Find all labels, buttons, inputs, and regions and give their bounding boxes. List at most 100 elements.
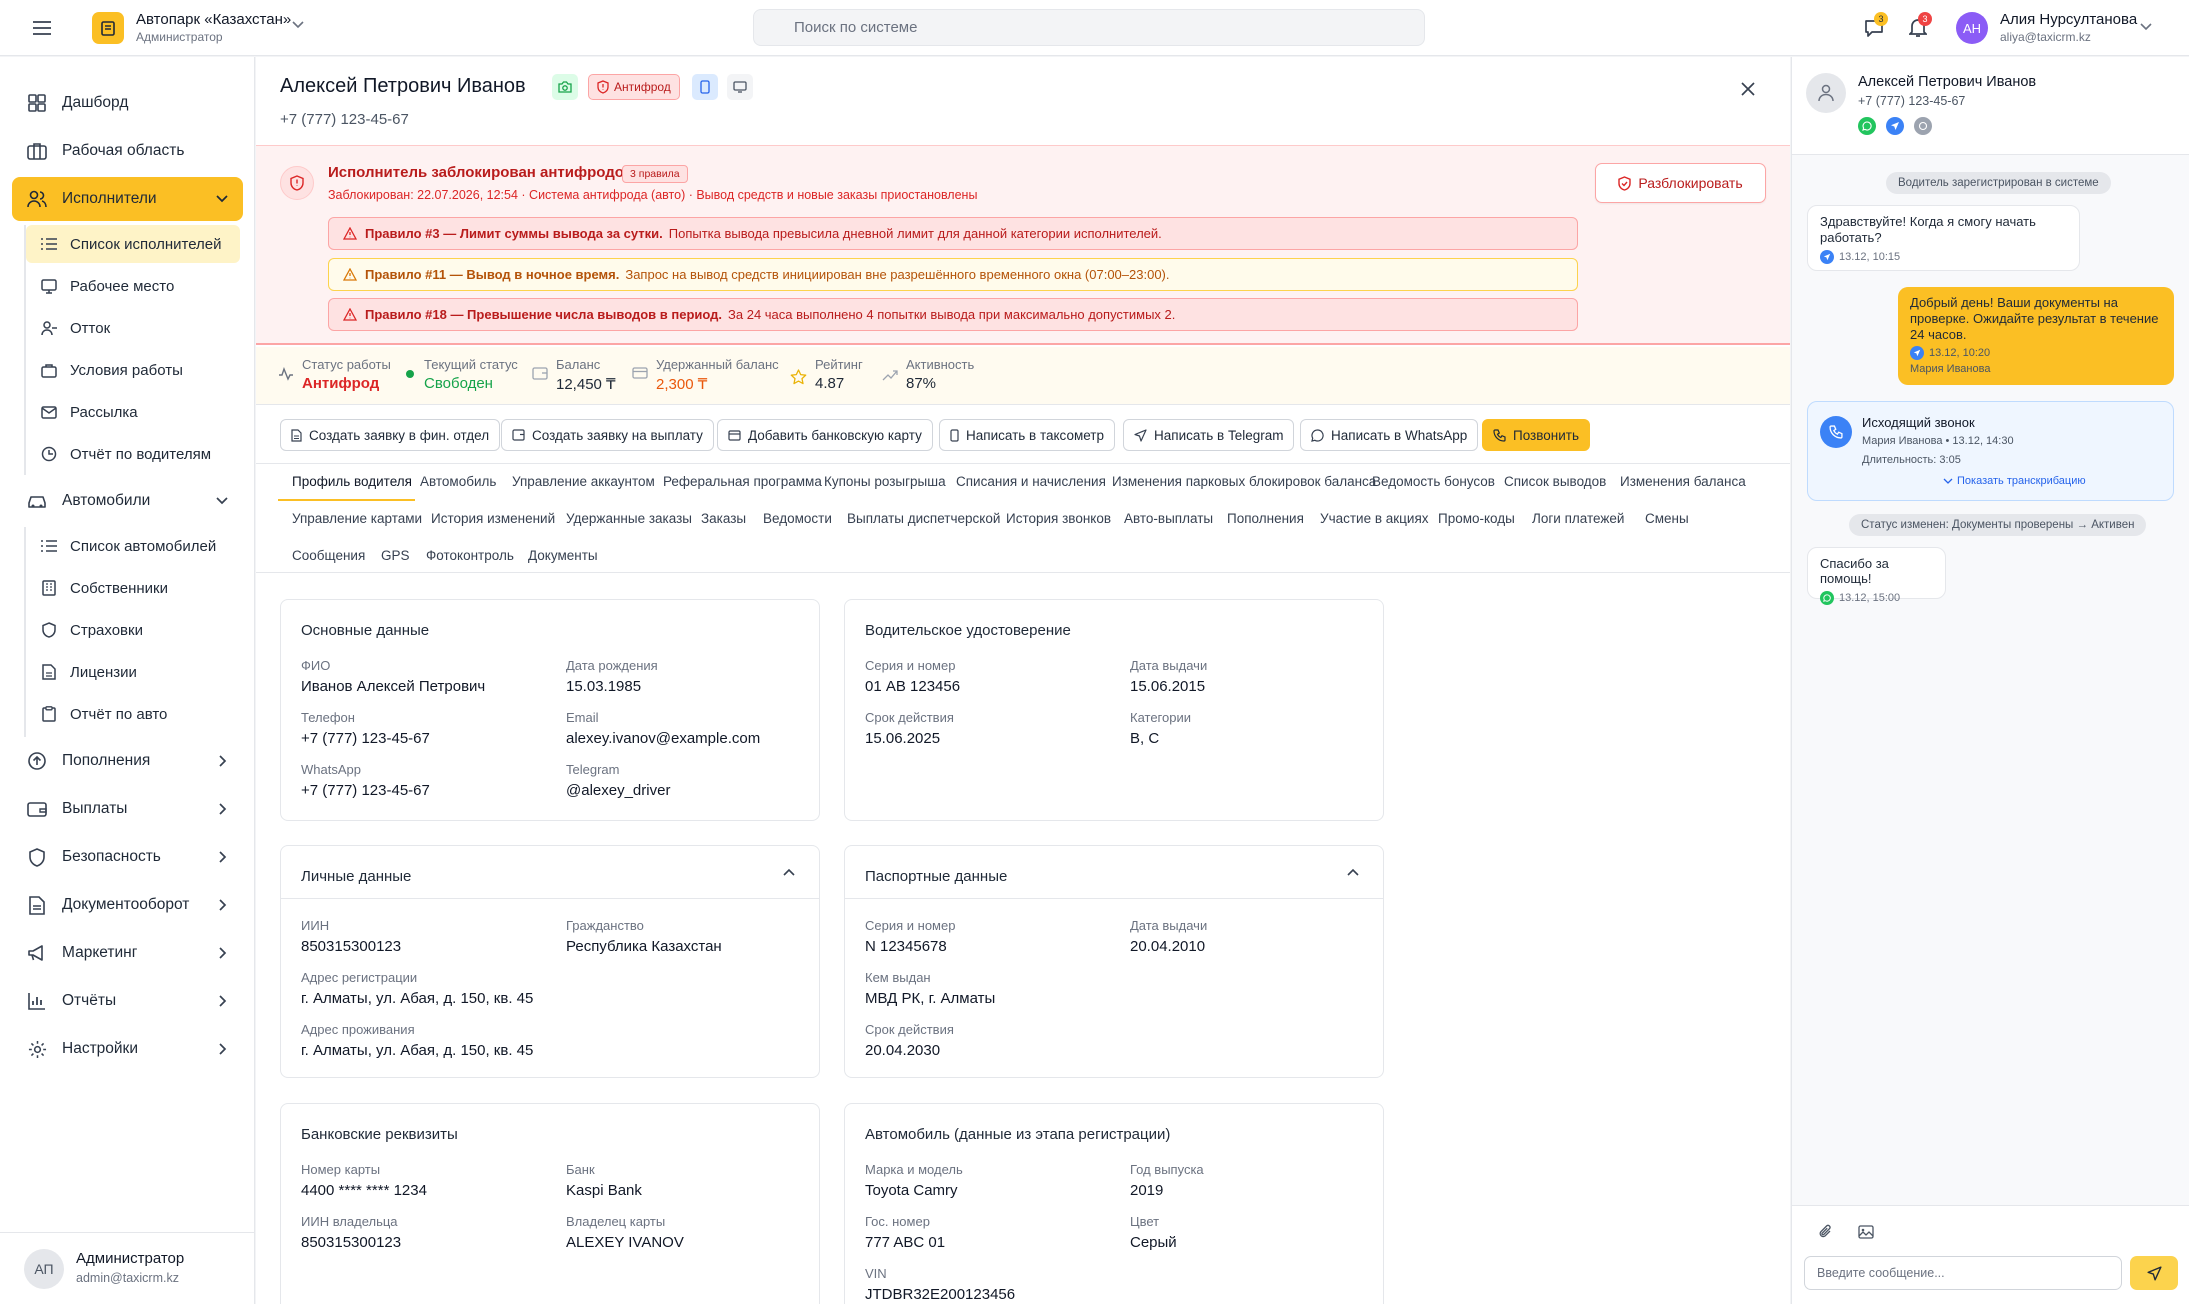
sidebar-item-settings[interactable]: Настройки: [12, 1027, 243, 1071]
camera-icon[interactable]: [552, 74, 578, 100]
chat-icon[interactable]: [1914, 117, 1932, 135]
company-role: Администратор: [136, 30, 223, 44]
company-switcher[interactable]: Автопарк «Казахстан» Администратор: [136, 11, 316, 47]
tab-cards[interactable]: Управление картами: [292, 511, 422, 526]
search-input[interactable]: Поиск по системе: [753, 9, 1425, 46]
close-icon[interactable]: [1736, 77, 1760, 101]
sidebar-subitem-licenses[interactable]: Лицензии: [26, 653, 240, 691]
whatsapp-icon[interactable]: [1858, 117, 1876, 135]
file-text-icon: [26, 894, 48, 916]
tab-topups[interactable]: Пополнения: [1227, 511, 1304, 526]
sidebar-item-topups[interactable]: Пополнения: [12, 739, 243, 783]
tab-dispatch-payouts[interactable]: Выплаты диспетчерской: [847, 511, 1000, 526]
image-icon[interactable]: [1856, 1222, 1876, 1242]
sidebar-item-label: Дашборд: [62, 94, 129, 111]
tab-driver-profile[interactable]: Профиль водителя: [292, 474, 412, 489]
message-input[interactable]: Введите сообщение...: [1804, 1256, 2122, 1290]
field-label: ИИН владельца: [301, 1214, 398, 1229]
tab-held-orders[interactable]: Удержанные заказы: [566, 511, 692, 526]
phone-device-icon[interactable]: [692, 74, 718, 100]
tab-account[interactable]: Управление аккаунтом: [512, 474, 655, 489]
sidebar-subitem-churn[interactable]: Отток: [26, 309, 240, 347]
sidebar-item-workspace[interactable]: Рабочая область: [12, 129, 243, 173]
create-payout-request-button[interactable]: Создать заявку на выплату: [501, 419, 714, 451]
tab-messages[interactable]: Сообщения: [292, 548, 365, 563]
personal-data-card: Личные данные ИИН 850315300123 Гражданст…: [280, 845, 820, 1078]
incoming-message: Спасибо за помощь! 13.12, 15:00: [1807, 547, 1946, 605]
sidebar-item-security[interactable]: Безопасность: [12, 835, 243, 879]
show-transcript-link[interactable]: Показать транскрибацию: [1943, 475, 2086, 487]
bank-details-card: Банковские реквизиты Номер карты 4400 **…: [280, 1103, 820, 1304]
tab-statements[interactable]: Ведомости: [763, 511, 832, 526]
message-meta: 13.12, 10:15: [1820, 250, 2067, 264]
tab-balance-changes[interactable]: Изменения баланса: [1620, 474, 1746, 489]
user-menu[interactable]: Алия Нурсултанова aliya@taxicrm.kz: [2000, 11, 2170, 47]
sidebar-item-cars[interactable]: Автомобили: [12, 479, 243, 523]
sidebar-item-payouts[interactable]: Выплаты: [12, 787, 243, 831]
sidebar-subitem-mailing[interactable]: Рассылка: [26, 393, 240, 431]
tab-auto-payouts[interactable]: Авто-выплаты: [1124, 511, 1213, 526]
bell-icon[interactable]: 3: [1906, 12, 1932, 40]
tab-referral[interactable]: Реферальная программа: [663, 474, 822, 489]
sidebar-subitem-conditions[interactable]: Условия работы: [26, 351, 240, 389]
create-finance-request-button[interactable]: Создать заявку в фин. отдел: [280, 419, 501, 451]
status-dot: [406, 370, 414, 378]
messages-icon[interactable]: 3: [1862, 12, 1888, 40]
shield-icon: [26, 846, 48, 868]
tab-documents[interactable]: Документы: [528, 548, 598, 563]
sidebar-subitem-driver-report[interactable]: Отчёт по водителям: [26, 435, 240, 473]
arrow-up-circle-icon: [26, 750, 48, 772]
sidebar-subitem-label: Страховки: [70, 621, 143, 639]
sidebar-subitem-cars-list[interactable]: Список автомобилей: [26, 527, 240, 565]
tab-shifts[interactable]: Смены: [1645, 511, 1689, 526]
tab-gps[interactable]: GPS: [381, 548, 410, 563]
send-button[interactable]: [2130, 1256, 2178, 1290]
passport-card-header[interactable]: Паспортные данные: [845, 846, 1383, 899]
tab-history[interactable]: История изменений: [431, 511, 555, 526]
chevron-up-icon: [783, 868, 795, 876]
sidebar-footer[interactable]: АП Администратор admin@taxicrm.kz: [0, 1232, 254, 1304]
sidebar-subitem-insurance[interactable]: Страховки: [26, 611, 240, 649]
wallet-icon: [26, 798, 48, 820]
message-text: Здравствуйте! Когда я смогу начать работ…: [1820, 214, 2036, 245]
sidebar-item-documents[interactable]: Документооборот: [12, 883, 243, 927]
add-bank-card-button[interactable]: Добавить банковскую карту: [717, 419, 933, 451]
call-button[interactable]: Позвонить: [1482, 419, 1590, 451]
menu-icon[interactable]: [30, 16, 54, 40]
tab-promotions[interactable]: Участие в акциях: [1320, 511, 1429, 526]
user-avatar[interactable]: АН: [1956, 12, 1988, 44]
link-label: Показать транскрибацию: [1957, 475, 2086, 487]
write-taximeter-button[interactable]: Написать в таксометр: [939, 419, 1115, 451]
tab-bonuses[interactable]: Ведомость бонусов: [1372, 474, 1495, 489]
star-icon: [790, 369, 807, 385]
tab-car[interactable]: Автомобиль: [420, 474, 496, 489]
paperclip-icon[interactable]: [1816, 1222, 1836, 1242]
telegram-icon[interactable]: [1886, 117, 1904, 135]
sidebar-item-marketing[interactable]: Маркетинг: [12, 931, 243, 975]
sidebar-item-performers[interactable]: Исполнители: [12, 177, 243, 221]
sidebar-item-reports[interactable]: Отчёты: [12, 979, 243, 1023]
tab-orders[interactable]: Заказы: [701, 511, 746, 526]
sidebar-subitem-car-report[interactable]: Отчёт по авто: [26, 695, 240, 733]
tab-promo-codes[interactable]: Промо-коды: [1438, 511, 1515, 526]
write-telegram-button[interactable]: Написать в Telegram: [1123, 419, 1295, 451]
stat-label: Рейтинг: [815, 357, 863, 372]
unblock-button[interactable]: Разблокировать: [1595, 163, 1766, 203]
tab-payment-logs[interactable]: Логи платежей: [1532, 511, 1624, 526]
tab-withdrawals[interactable]: Список выводов: [1504, 474, 1606, 489]
car-icon: [26, 490, 48, 512]
taximeter-icon[interactable]: [727, 74, 753, 100]
personal-card-header[interactable]: Личные данные: [281, 846, 819, 899]
tab-coupons[interactable]: Купоны розыгрыша: [824, 474, 946, 489]
sidebar-subitem-owners[interactable]: Собственники: [26, 569, 240, 607]
tab-call-history[interactable]: История звонков: [1006, 511, 1111, 526]
sidebar-subitem-performers-list[interactable]: Список исполнителей: [26, 225, 240, 263]
tab-park-blocks[interactable]: Изменения парковых блокировок баланса: [1112, 474, 1376, 489]
whatsapp-icon: [1820, 591, 1834, 605]
write-whatsapp-button[interactable]: Написать в WhatsApp: [1300, 419, 1479, 451]
tab-charges[interactable]: Списания и начисления: [956, 474, 1106, 489]
sidebar-subitem-workplace[interactable]: Рабочее место: [26, 267, 240, 305]
tab-photo-control[interactable]: Фотоконтроль: [426, 548, 514, 563]
list-icon: [40, 537, 58, 555]
sidebar-item-dashboard[interactable]: Дашборд: [12, 81, 243, 125]
